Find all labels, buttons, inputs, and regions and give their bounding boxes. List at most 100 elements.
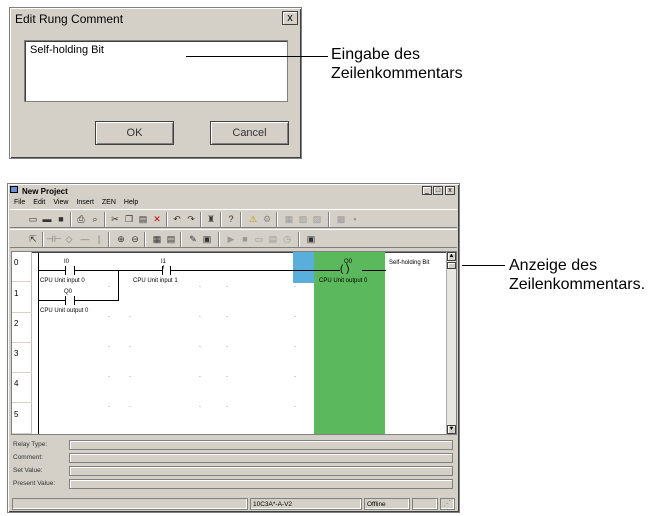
menu-edit[interactable]: Edit [33,199,45,206]
select-pointer-icon[interactable]: ⇱ [26,232,40,246]
vertical-scrollbar[interactable]: ▲ ▼ [446,252,456,434]
toolbar-separator [328,212,330,227]
contact-i1-slash: / [162,264,165,273]
contact-i0-symbol[interactable] [65,266,66,275]
scroll-up-icon[interactable]: ▲ [447,252,456,261]
run-icon[interactable]: ▶ [224,232,238,246]
contact-q0-address: Q0 [64,289,73,295]
undo-icon[interactable]: ↶ [170,212,184,226]
grid-dot: . [199,402,201,409]
rung-number[interactable]: 2 [12,313,32,343]
rung-number[interactable]: 3 [12,343,32,373]
contact-i0-symbol[interactable] [74,266,75,275]
maximize-button[interactable]: □ [433,186,443,195]
open-folder-icon[interactable]: ▬ [40,212,54,226]
vertical-line-icon[interactable]: | [92,232,106,246]
present-value-label: Present Value: [13,480,56,487]
rung-comment-display: Self-holding Bit [389,260,430,266]
grid-dot: . [199,282,201,289]
edit-comment-icon[interactable]: ✎ [186,232,200,246]
menu-file[interactable]: File [14,199,25,206]
callout-input-line1: Eingabe des [331,46,420,63]
coil-icon[interactable]: ◇ [62,232,76,246]
status-extra [412,498,438,510]
grid-dot: . [129,342,131,349]
print-icon[interactable]: ⎙ [74,212,88,226]
toolbar-separator [240,212,242,227]
coil-q0-symbol[interactable]: ( ) [340,265,349,275]
grid-dot: . [294,402,296,409]
compare-icon[interactable]: ▨ [310,212,324,226]
ladder-diagram[interactable]: 0 1 2 3 4 5 I0 CPU Unit input 0 I1 / CPU… [11,251,457,435]
find-icon[interactable]: ♜ [204,212,218,226]
warning-icon[interactable]: ⚠ [246,212,260,226]
window-title: New Project [22,187,68,196]
edit-rung-comment-dialog: Edit Rung Comment x Self-holding Bit OK … [9,7,302,159]
minimize-button[interactable]: _ [422,186,432,195]
monitor-icon[interactable]: ▭ [252,232,266,246]
menu-help[interactable]: Help [124,199,138,206]
status-bar: 10C3A*-A-V2 Offline ⋰ [10,498,457,511]
redo-icon[interactable]: ↷ [184,212,198,226]
relay-type-label: Relay Type: [13,441,48,448]
rung-comment-input[interactable]: Self-holding Bit [24,40,288,102]
callout-display-line1: Anzeige des [509,257,598,274]
rung-number[interactable]: 4 [12,373,32,403]
scroll-down-icon[interactable]: ▼ [447,425,456,434]
cut-icon[interactable]: ✂ [108,212,122,226]
menu-insert[interactable]: Insert [76,199,94,206]
compile-icon[interactable]: ⚙ [260,212,274,226]
window-close-button[interactable]: x [445,186,455,195]
grid-dot: . [199,342,201,349]
scroll-thumb[interactable] [447,262,456,269]
menu-zen[interactable]: ZEN [102,199,116,206]
rung-number[interactable]: 0 [12,252,32,282]
comment-field [69,453,453,463]
zoom-out-icon[interactable]: ⊖ [128,232,142,246]
table-icon[interactable]: ▤ [266,232,280,246]
contact-i0-address: I0 [64,259,70,265]
relay-type-field [69,440,453,450]
copy-icon[interactable]: ❐ [122,212,136,226]
grid-icon[interactable]: ▦ [150,232,164,246]
status-message [12,498,248,510]
paste-icon[interactable]: ▤ [136,212,150,226]
grid-dot: . [108,342,110,349]
dialog-close-button[interactable]: x [282,11,298,25]
contact-i1-symbol[interactable] [170,266,171,275]
display-icon[interactable]: ▣ [304,232,318,246]
horizontal-line-icon[interactable]: — [78,232,92,246]
ok-button[interactable]: OK [95,121,174,145]
dialog-title: Edit Rung Comment [12,10,299,28]
cancel-button[interactable]: Cancel [210,121,289,145]
ladder-editor-window: New Project _ □ x File Edit View Insert ZEN H… [7,183,460,513]
resize-grip-icon[interactable]: ⋰ [440,498,455,510]
offline-icon[interactable]: ▪ [348,212,362,226]
stop-icon[interactable]: ■ [238,232,252,246]
save-icon[interactable]: ■ [54,212,68,226]
toolbar-separator [220,212,222,227]
rung-number[interactable]: 1 [12,283,32,313]
new-file-icon[interactable]: ▭ [26,212,40,226]
online-icon[interactable]: ▩ [334,212,348,226]
clock-icon[interactable]: ◷ [280,232,294,246]
menu-view[interactable]: View [53,199,68,206]
contact-q0-symbol[interactable] [65,296,66,305]
grid-dot: . [226,372,228,379]
status-device: 10C3A*-A-V2 [250,498,362,510]
delete-icon[interactable]: ✕ [150,212,164,226]
help-icon[interactable]: ? [224,212,238,226]
comment-view-icon[interactable]: ▤ [164,232,178,246]
upload-icon[interactable]: ▧ [296,212,310,226]
contact-icon[interactable]: ⊣⊢ [46,232,62,246]
transfer-icon[interactable]: ▦ [282,212,296,226]
menu-bar: File Edit View Insert ZEN Help [10,197,457,208]
rung-number[interactable]: 5 [12,404,32,434]
print-preview-icon[interactable]: ⌕ [88,212,102,226]
rung-wire [362,270,386,271]
zoom-in-icon[interactable]: ⊕ [114,232,128,246]
properties-icon[interactable]: ▣ [200,232,214,246]
toolbar-separator [108,232,110,247]
toolbar-separator [276,212,278,227]
toolbar-separator [104,212,106,227]
